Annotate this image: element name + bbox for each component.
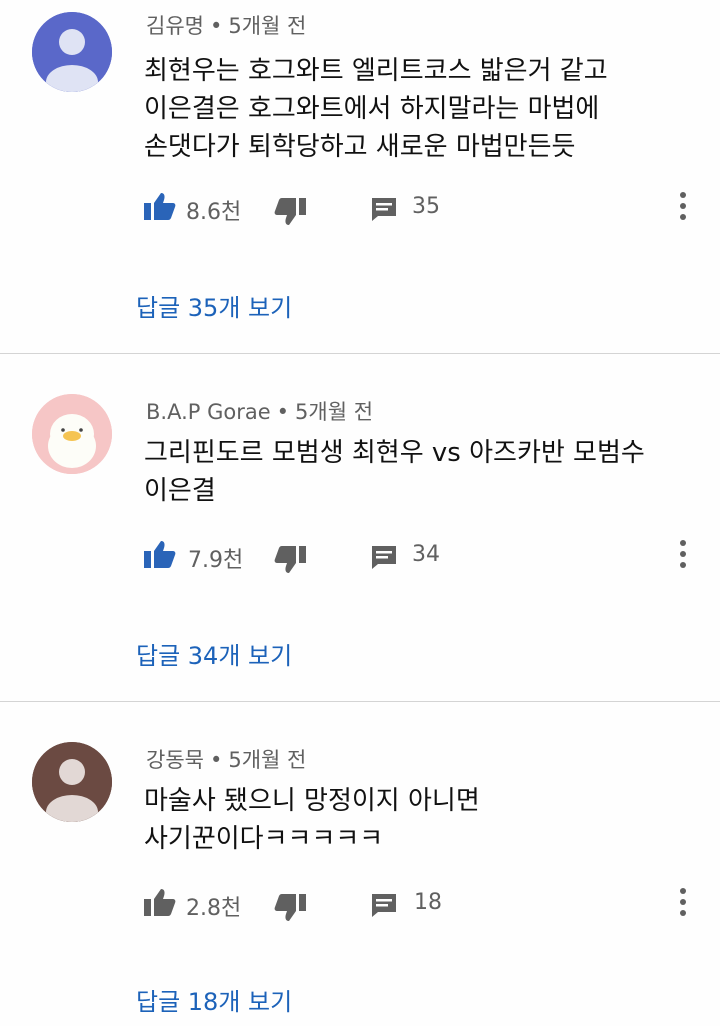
comment-text: 마술사 됐으니 망정이지 아니면 사기꾼이다ㅋㅋㅋㅋㅋ: [144, 782, 704, 858]
comment-time[interactable]: 5개월 전: [228, 748, 306, 772]
avatar[interactable]: [32, 742, 112, 822]
thumbs-down-icon[interactable]: [274, 196, 306, 230]
view-replies-link[interactable]: 답글 34개 보기: [136, 636, 292, 671]
comment-text: 최현우는 호그와트 엘리트코스 밟은거 같고 이은결은 호그와트에서 하지말라는…: [144, 52, 704, 166]
avatar[interactable]: [32, 394, 112, 474]
meta-separator: •: [276, 400, 290, 424]
comment-text-line: 사기꾼이다ㅋㅋㅋㅋㅋ: [144, 824, 384, 854]
meta-separator: •: [209, 14, 223, 38]
more-options-icon[interactable]: [674, 536, 692, 572]
comment-actions: 2.8천 18: [144, 884, 704, 924]
comment-item: 김유명 • 5개월 전 최현우는 호그와트 엘리트코스 밟은거 같고 이은결은 호그…: [0, 0, 720, 354]
reply-comment-icon[interactable]: [370, 892, 398, 922]
comment-meta: B.A.P Gorae • 5개월 전: [146, 396, 373, 426]
default-user-avatar-icon: [32, 742, 112, 822]
comment-text: 그리핀도르 모범생 최현우 vs 아즈카반 모범수 이은결: [144, 434, 704, 510]
reply-count: 34: [412, 542, 440, 567]
comment-actions: 7.9천 34: [144, 536, 704, 576]
thumbs-up-icon[interactable]: [144, 192, 176, 226]
more-options-icon[interactable]: [674, 884, 692, 920]
reply-comment-icon[interactable]: [370, 196, 398, 226]
thumbs-down-icon[interactable]: [274, 892, 306, 926]
comment-author[interactable]: 김유명: [146, 14, 204, 38]
comment-meta: 김유명 • 5개월 전: [146, 10, 306, 40]
comment-item: 강동묵 • 5개월 전 마술사 됐으니 망정이지 아니면 사기꾼이다ㅋㅋㅋㅋㅋ 2.…: [0, 702, 720, 1026]
comment-text-line: 그리핀도르 모범생 최현우 vs 아즈카반 모범수: [144, 438, 645, 468]
comment-text-line: 손댓다가 퇴학당하고 새로운 마법만든듯: [144, 132, 576, 162]
duck-character-avatar-icon: [32, 394, 112, 474]
comment-time[interactable]: 5개월 전: [228, 14, 306, 38]
thumbs-down-icon[interactable]: [274, 544, 306, 578]
comment-item: B.A.P Gorae • 5개월 전 그리핀도르 모범생 최현우 vs 아즈카반 …: [0, 354, 720, 702]
reply-count: 35: [412, 194, 440, 219]
comment-author[interactable]: B.A.P Gorae: [146, 400, 271, 424]
comment-author[interactable]: 강동묵: [146, 748, 204, 772]
reply-count: 18: [414, 890, 442, 915]
comment-text-line: 이은결은 호그와트에서 하지말라는 마법에: [144, 94, 600, 124]
comment-text-line: 이은결: [144, 476, 216, 506]
thumbs-up-icon[interactable]: [144, 888, 176, 922]
comment-text-line: 최현우는 호그와트 엘리트코스 밟은거 같고: [144, 56, 608, 86]
avatar[interactable]: [32, 12, 112, 92]
reply-comment-icon[interactable]: [370, 544, 398, 574]
view-replies-link[interactable]: 답글 18개 보기: [136, 982, 292, 1017]
comment-meta: 강동묵 • 5개월 전: [146, 744, 306, 774]
like-count: 8.6천: [186, 200, 242, 225]
comment-list: 김유명 • 5개월 전 최현우는 호그와트 엘리트코스 밟은거 같고 이은결은 호그…: [0, 0, 720, 1026]
comment-text-line: 마술사 됐으니 망정이지 아니면: [144, 786, 480, 816]
like-count: 2.8천: [186, 896, 242, 921]
comment-actions: 8.6천 35: [144, 188, 704, 228]
thumbs-up-icon[interactable]: [144, 540, 176, 574]
view-replies-link[interactable]: 답글 35개 보기: [136, 288, 292, 323]
comment-time[interactable]: 5개월 전: [295, 400, 373, 424]
like-count: 7.9천: [188, 548, 244, 573]
default-user-avatar-icon: [32, 12, 112, 92]
more-options-icon[interactable]: [674, 188, 692, 224]
meta-separator: •: [209, 748, 223, 772]
